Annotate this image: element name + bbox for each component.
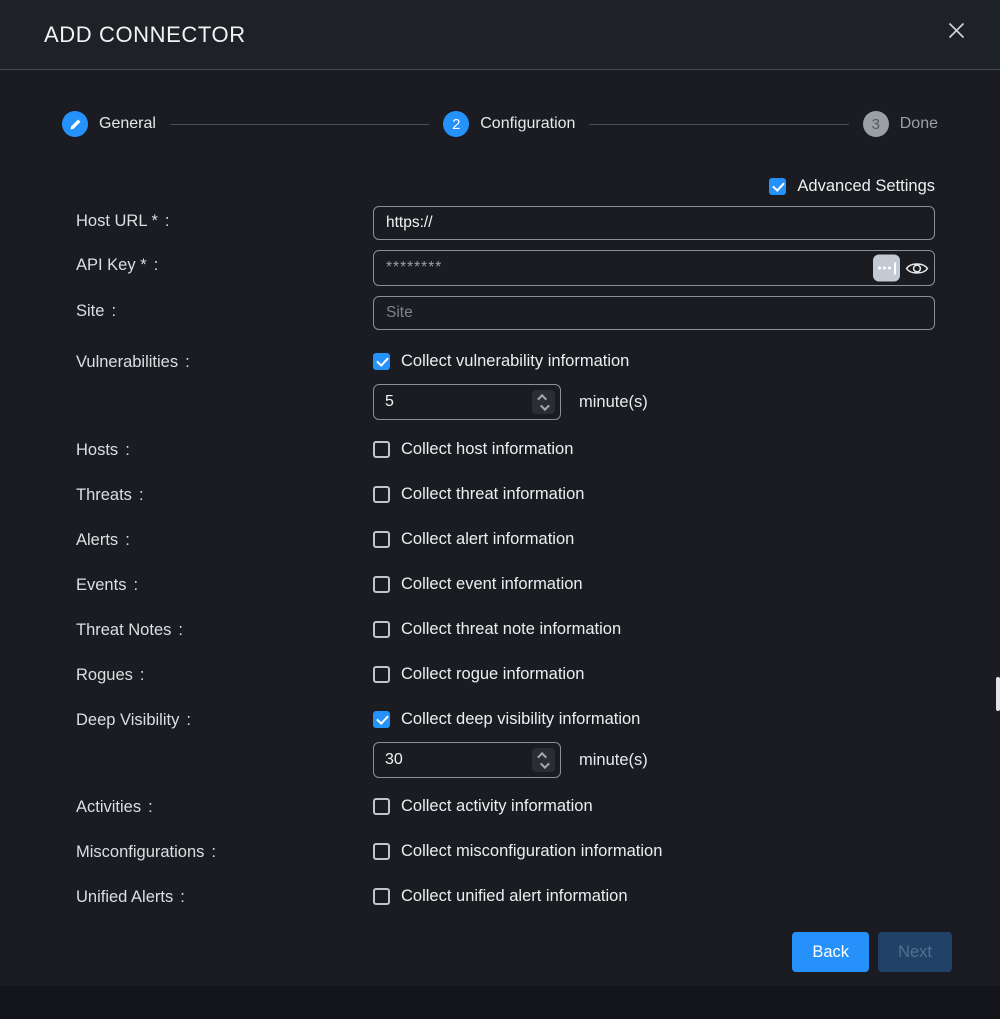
collect-misconfiguration-checkbox[interactable]: Collect misconfiguration information bbox=[373, 842, 662, 861]
step-general-circle bbox=[62, 111, 88, 137]
collect-activity-checkbox[interactable]: Collect activity information bbox=[373, 797, 593, 816]
spinner-up-down-icons[interactable] bbox=[532, 390, 555, 414]
api-key-label: API Key * bbox=[76, 256, 147, 274]
site-input[interactable] bbox=[373, 296, 935, 330]
vulnerability-interval-field bbox=[373, 384, 561, 420]
deep-visibility-row: Deep Visibility: Collect deep visibility… bbox=[76, 710, 935, 778]
collect-threat-checkbox[interactable]: Collect threat information bbox=[373, 485, 584, 504]
alerts-label: Alerts bbox=[76, 531, 118, 549]
checkbox-checked-icon[interactable] bbox=[373, 711, 390, 728]
step-done: 3 Done bbox=[863, 111, 938, 137]
back-button[interactable]: Back bbox=[792, 932, 869, 972]
checkbox-checked-icon[interactable] bbox=[769, 178, 786, 195]
site-row: Site: bbox=[76, 296, 935, 330]
host-url-input[interactable] bbox=[373, 206, 935, 240]
collect-unified-alert-checkbox[interactable]: Collect unified alert information bbox=[373, 887, 628, 906]
add-connector-dialog: ADD CONNECTOR General 2 Configuration 3 bbox=[0, 0, 1000, 986]
close-icon bbox=[948, 22, 965, 39]
deep-visibility-label: Deep Visibility bbox=[76, 711, 179, 729]
activities-label: Activities bbox=[76, 798, 141, 816]
advanced-settings-checkbox[interactable]: Advanced Settings bbox=[769, 177, 935, 196]
collect-alert-checkbox[interactable]: Collect alert information bbox=[373, 530, 574, 549]
vulnerabilities-row: Vulnerabilities: Collect vulnerability i… bbox=[76, 352, 935, 420]
threat-notes-label: Threat Notes bbox=[76, 621, 171, 639]
checkbox-unchecked-icon[interactable] bbox=[373, 666, 390, 683]
dialog-title: ADD CONNECTOR bbox=[44, 22, 246, 48]
next-button[interactable]: Next bbox=[878, 932, 952, 972]
deep-visibility-interval-field bbox=[373, 742, 561, 778]
misconfigurations-label: Misconfigurations bbox=[76, 843, 204, 861]
events-row: Events: Collect event information bbox=[76, 575, 935, 599]
collect-threat-note-checkbox[interactable]: Collect threat note information bbox=[373, 620, 621, 639]
step-configuration-circle: 2 bbox=[443, 111, 469, 137]
checkbox-unchecked-icon[interactable] bbox=[373, 798, 390, 815]
checkbox-unchecked-icon[interactable] bbox=[373, 888, 390, 905]
spinner-up-down-icons[interactable] bbox=[532, 748, 555, 772]
checkbox-checked-icon[interactable] bbox=[373, 353, 390, 370]
events-label: Events bbox=[76, 576, 126, 594]
wizard-stepper: General 2 Configuration 3 Done bbox=[0, 111, 1000, 137]
hosts-label: Hosts bbox=[76, 441, 118, 459]
pencil-icon bbox=[69, 118, 82, 131]
rogues-label: Rogues bbox=[76, 666, 133, 684]
checkbox-unchecked-icon[interactable] bbox=[373, 486, 390, 503]
connector-config-form: Host URL *: API Key *: bbox=[0, 206, 1000, 911]
api-key-input[interactable] bbox=[373, 250, 935, 286]
ellipsis-icon[interactable] bbox=[873, 255, 900, 282]
dialog-header: ADD CONNECTOR bbox=[0, 0, 1000, 70]
site-label: Site bbox=[76, 302, 104, 320]
api-key-row: API Key *: bbox=[76, 250, 935, 286]
step-general[interactable]: General bbox=[62, 111, 156, 137]
advanced-settings-label: Advanced Settings bbox=[797, 177, 935, 196]
step-general-label: General bbox=[99, 115, 156, 133]
collect-vulnerability-checkbox[interactable]: Collect vulnerability information bbox=[373, 352, 935, 371]
advanced-settings-row: Advanced Settings bbox=[0, 174, 1000, 198]
interval-unit-label: minute(s) bbox=[579, 393, 648, 412]
stepper-connector-line bbox=[589, 124, 848, 125]
host-url-label: Host URL * bbox=[76, 212, 158, 230]
collect-deep-visibility-checkbox[interactable]: Collect deep visibility information bbox=[373, 710, 935, 729]
vertical-scrollbar-thumb[interactable] bbox=[996, 677, 1000, 711]
collect-event-checkbox[interactable]: Collect event information bbox=[373, 575, 583, 594]
step-configuration[interactable]: 2 Configuration bbox=[443, 111, 575, 137]
alerts-row: Alerts: Collect alert information bbox=[76, 530, 935, 554]
checkbox-unchecked-icon[interactable] bbox=[373, 621, 390, 638]
step-done-circle: 3 bbox=[863, 111, 889, 137]
collect-host-checkbox[interactable]: Collect host information bbox=[373, 440, 573, 459]
step-done-label: Done bbox=[900, 115, 938, 133]
step-configuration-label: Configuration bbox=[480, 115, 575, 133]
rogues-row: Rogues: Collect rogue information bbox=[76, 665, 935, 689]
interval-unit-label: minute(s) bbox=[579, 751, 648, 770]
checkbox-unchecked-icon[interactable] bbox=[373, 531, 390, 548]
activities-row: Activities: Collect activity information bbox=[76, 797, 935, 821]
vulnerabilities-label: Vulnerabilities bbox=[76, 353, 178, 371]
checkbox-unchecked-icon[interactable] bbox=[373, 843, 390, 860]
threats-label: Threats bbox=[76, 486, 132, 504]
unified-alerts-label: Unified Alerts bbox=[76, 888, 173, 906]
threat-notes-row: Threat Notes: Collect threat note inform… bbox=[76, 620, 935, 644]
dialog-footer: Back Next bbox=[0, 932, 1000, 972]
threats-row: Threats: Collect threat information bbox=[76, 485, 935, 509]
hosts-row: Hosts: Collect host information bbox=[76, 440, 935, 464]
close-button[interactable] bbox=[944, 18, 968, 42]
checkbox-unchecked-icon[interactable] bbox=[373, 576, 390, 593]
collect-rogue-checkbox[interactable]: Collect rogue information bbox=[373, 665, 584, 684]
misconfigurations-row: Misconfigurations: Collect misconfigurat… bbox=[76, 842, 935, 866]
eye-icon[interactable] bbox=[905, 260, 929, 276]
unified-alerts-row: Unified Alerts: Collect unified alert in… bbox=[76, 887, 935, 911]
checkbox-unchecked-icon[interactable] bbox=[373, 441, 390, 458]
host-url-row: Host URL *: bbox=[76, 206, 935, 240]
stepper-connector-line bbox=[170, 124, 429, 125]
